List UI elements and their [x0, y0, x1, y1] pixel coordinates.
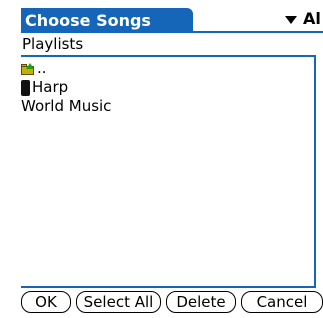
list-item-parent-folder[interactable]: .. [21, 59, 47, 77]
title-underline [21, 31, 323, 33]
title-bar: Choose Songs Al [21, 8, 323, 33]
button-bar: OK Select All Delete Cancel [21, 291, 323, 315]
category-label: Al [303, 9, 321, 28]
cassette-icon [21, 79, 30, 96]
list-item-world-music[interactable]: World Music [21, 97, 111, 115]
playlists-label: Playlists [22, 35, 84, 53]
folder-up-icon [21, 62, 35, 75]
select-all-button[interactable]: Select All [76, 291, 161, 313]
ok-button[interactable]: OK [21, 291, 71, 313]
category-picker[interactable]: Al [285, 9, 321, 29]
list-item-harp[interactable]: Harp [21, 78, 68, 96]
playlist-list[interactable]: .. Harp World Music [21, 55, 316, 288]
delete-button[interactable]: Delete [166, 291, 236, 313]
chevron-down-icon [285, 15, 297, 24]
page-title: Choose Songs [21, 8, 193, 33]
list-item-label: Harp [32, 78, 69, 96]
list-item-label: World Music [21, 97, 112, 115]
list-item-label: .. [37, 59, 47, 77]
cancel-button[interactable]: Cancel [241, 291, 323, 313]
